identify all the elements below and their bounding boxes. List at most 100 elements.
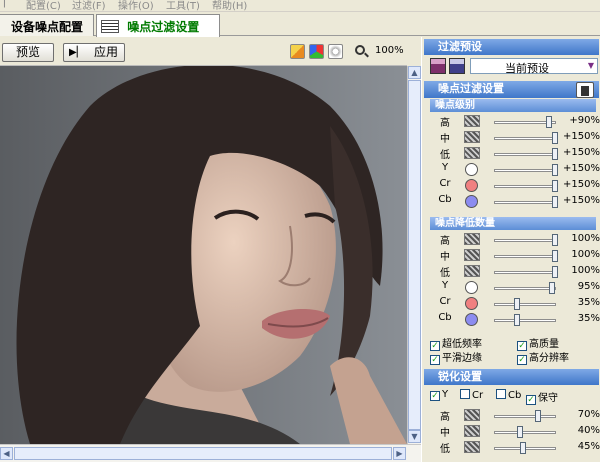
scroll-up-arrow[interactable]: ▲ (408, 66, 421, 79)
sharpen-row: 高 70% (430, 407, 600, 423)
scroll-right-arrow[interactable]: ▶ (393, 447, 406, 460)
menu-item-tools[interactable]: 工具(T) (166, 0, 200, 11)
noise-reduction-title: 噪点降低数量 (435, 218, 495, 229)
noise-reduction-value: 35% (577, 297, 600, 308)
compare-icon[interactable] (328, 44, 343, 59)
sharpen-channel-checkbox-label: Cr (472, 390, 484, 401)
portrait-image (0, 66, 407, 444)
noise-level-slider-track[interactable] (494, 201, 556, 204)
noise-reduction-row: Y 95% (430, 279, 600, 295)
noise-reduction-label: Cb (438, 312, 452, 323)
noise-filter-title: 噪点过滤设置 (438, 82, 504, 95)
horizontal-scroll-thumb[interactable] (14, 447, 392, 460)
option-checkbox[interactable]: ✓ 平滑边缘 (430, 349, 482, 365)
noise-reduction-slider-thumb[interactable] (514, 298, 520, 310)
tab-noise-filter-label: 噪点过滤设置 (127, 20, 200, 34)
noise-pattern-icon (464, 425, 480, 437)
noise-reduction-slider-track[interactable] (494, 271, 556, 274)
tab-noise-filter[interactable]: 噪点过滤设置 (96, 14, 220, 37)
scroll-down-arrow[interactable]: ▼ (408, 430, 421, 443)
sharpen-channel-checkbox[interactable]: Cr (460, 389, 483, 401)
zoom-handle (364, 52, 369, 58)
noise-level-label: 高 (440, 118, 450, 129)
noise-pattern-icon (464, 115, 480, 127)
sharpen-value: 45% (577, 441, 600, 452)
sharpen-slider-track[interactable] (494, 415, 556, 418)
color-dot-icon (465, 281, 478, 294)
noise-reduction-label: 高 (440, 236, 450, 247)
option-checkbox-label: 平滑边缘 (442, 353, 482, 364)
noise-reduction-slider-track[interactable] (494, 319, 556, 322)
noise-level-value: +150% (563, 163, 600, 174)
sharpen-title: 锐化设置 (438, 370, 482, 383)
vertical-scrollbar[interactable]: ▲ ▼ (407, 66, 421, 444)
preview-toolbar: 预览 ▶▏ 应用 100% (0, 37, 407, 66)
noise-reduction-label: Cr (439, 296, 451, 307)
sharpen-channel-checkbox[interactable]: ✓ Y (430, 389, 448, 401)
layers-icon[interactable] (290, 44, 305, 59)
noise-reduction-value: 35% (577, 313, 600, 324)
noise-level-value: +150% (563, 179, 600, 190)
sharpen-slider-track[interactable] (494, 431, 556, 434)
sliders-icon (101, 20, 119, 33)
noise-level-row: Y +150% (430, 161, 600, 177)
color-dot-icon (465, 163, 478, 176)
sharpen-slider-thumb[interactable] (517, 426, 523, 438)
scroll-left-arrow[interactable]: ◀ (0, 447, 13, 460)
noise-level-value: +150% (563, 195, 600, 206)
menu-item-config[interactable]: 配置(C) (26, 0, 61, 11)
menu-item-help[interactable]: 帮助(H) (212, 0, 247, 11)
trash-icon[interactable] (576, 82, 594, 98)
noise-level-row: 中 +150% (430, 129, 600, 145)
noise-reduction-slider-track[interactable] (494, 303, 556, 306)
noise-reduction-value: 100% (571, 233, 600, 244)
apply-button-label: 应用 (94, 45, 119, 59)
noise-reduction-label: 中 (440, 252, 450, 263)
sharpen-slider-thumb[interactable] (535, 410, 541, 422)
noise-level-label: Cb (438, 194, 452, 205)
sharpen-slider-thumb[interactable] (520, 442, 526, 454)
preview-button-label: 预览 (15, 45, 40, 59)
noise-reduction-value: 95% (577, 281, 600, 292)
noise-reduction-label: Y (441, 280, 449, 291)
noise-reduction-slider-track[interactable] (494, 287, 556, 290)
menu-item-filter[interactable]: 过滤(F) (72, 0, 106, 11)
scroll-down-icon: ▼ (411, 432, 418, 441)
vertical-scroll-thumb[interactable] (408, 80, 421, 430)
horizontal-scrollbar[interactable]: ◀ ▶ (0, 444, 421, 462)
noise-level-slider-track[interactable] (494, 153, 556, 156)
noise-pattern-icon (464, 265, 480, 277)
save-as-preset-icon[interactable] (449, 58, 465, 74)
sharpen-channel-checkbox[interactable]: ✓ 保守 (526, 389, 558, 405)
preview-button[interactable]: 预览 (2, 43, 54, 62)
noise-level-slider-track[interactable] (494, 169, 556, 172)
sharpen-header: 锐化设置 (424, 369, 599, 385)
noise-reduction-row: Cb 35% (430, 311, 600, 327)
option-checkbox[interactable]: ✓ 高分辨率 (517, 349, 569, 365)
menu-bar: ▏ 配置(C) 过滤(F) 操作(O) 工具(T) 帮助(H) (0, 0, 600, 12)
save-preset-icon[interactable] (430, 58, 446, 74)
sharpen-channel-checkbox[interactable]: Cb (496, 389, 521, 401)
tab-bar: 设备噪点配置 噪点过滤设置 (0, 12, 600, 37)
option-checkbox-label: 高分辨率 (529, 353, 569, 364)
noise-level-slider-track[interactable] (494, 137, 556, 140)
sharpen-value: 40% (577, 425, 600, 436)
zoom-level: 100% (375, 45, 404, 56)
sharpen-label: 中 (440, 428, 450, 439)
noise-reduction-slider-track[interactable] (494, 255, 556, 258)
menu-item-operate[interactable]: 操作(O) (118, 0, 154, 11)
tab-device-noise[interactable]: 设备噪点配置 (0, 14, 94, 36)
image-preview[interactable] (0, 66, 407, 444)
checkbox-icon (496, 389, 506, 399)
color-channels-icon[interactable] (309, 44, 324, 59)
noise-reduction-slider-track[interactable] (494, 239, 556, 242)
preset-select[interactable]: 当前预设 ▼ (470, 58, 598, 75)
noise-level-slider-thumb[interactable] (546, 116, 552, 128)
chevron-down-icon: ▼ (587, 61, 594, 70)
noise-reduction-slider-thumb[interactable] (549, 282, 555, 294)
noise-level-slider-track[interactable] (494, 185, 556, 188)
noise-reduction-slider-thumb[interactable] (514, 314, 520, 326)
checkbox-icon: ✓ (430, 391, 440, 401)
color-dot-icon (465, 297, 478, 310)
apply-button[interactable]: ▶▏ 应用 (63, 43, 125, 62)
